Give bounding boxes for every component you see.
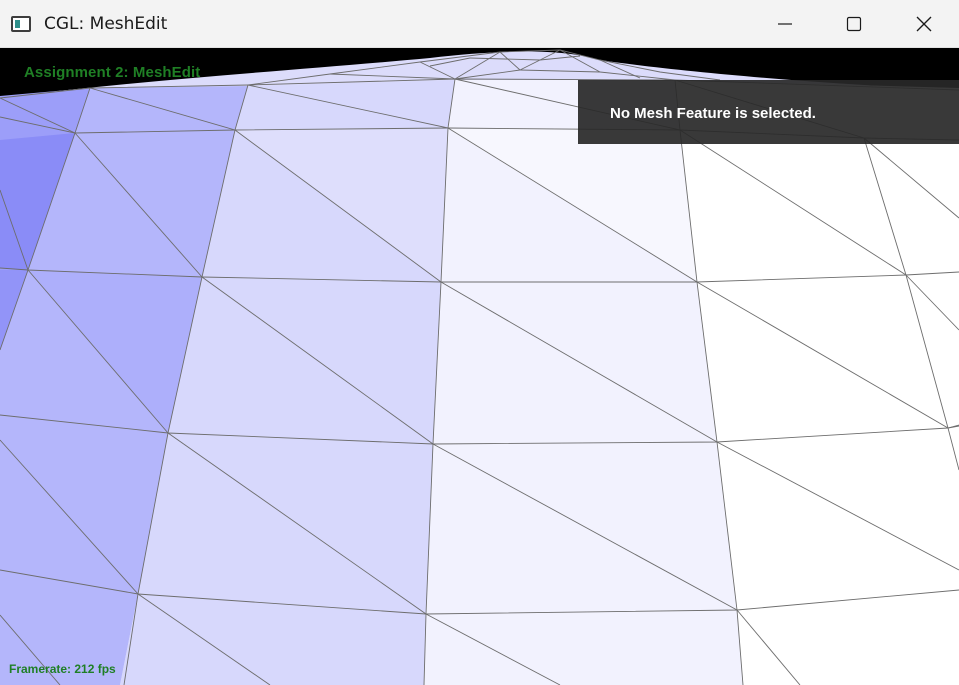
maximize-icon <box>846 16 862 32</box>
app-window-icon <box>11 16 31 32</box>
minimize-icon <box>778 23 792 25</box>
close-icon <box>916 16 932 32</box>
framerate-readout: Framerate: 212 fps <box>9 662 116 676</box>
selection-info-panel: No Mesh Feature is selected. <box>578 80 959 144</box>
assignment-title: Assignment 2: MeshEdit <box>24 64 201 81</box>
close-button[interactable] <box>889 0 959 48</box>
minimize-button[interactable] <box>750 0 820 48</box>
selection-status-text: No Mesh Feature is selected. <box>610 105 816 122</box>
window-title: CGL: MeshEdit <box>44 14 168 34</box>
3d-viewport[interactable]: Assignment 2: MeshEdit No Mesh Feature i… <box>0 48 959 685</box>
title-bar[interactable]: CGL: MeshEdit <box>0 0 959 48</box>
maximize-button[interactable] <box>819 0 889 48</box>
